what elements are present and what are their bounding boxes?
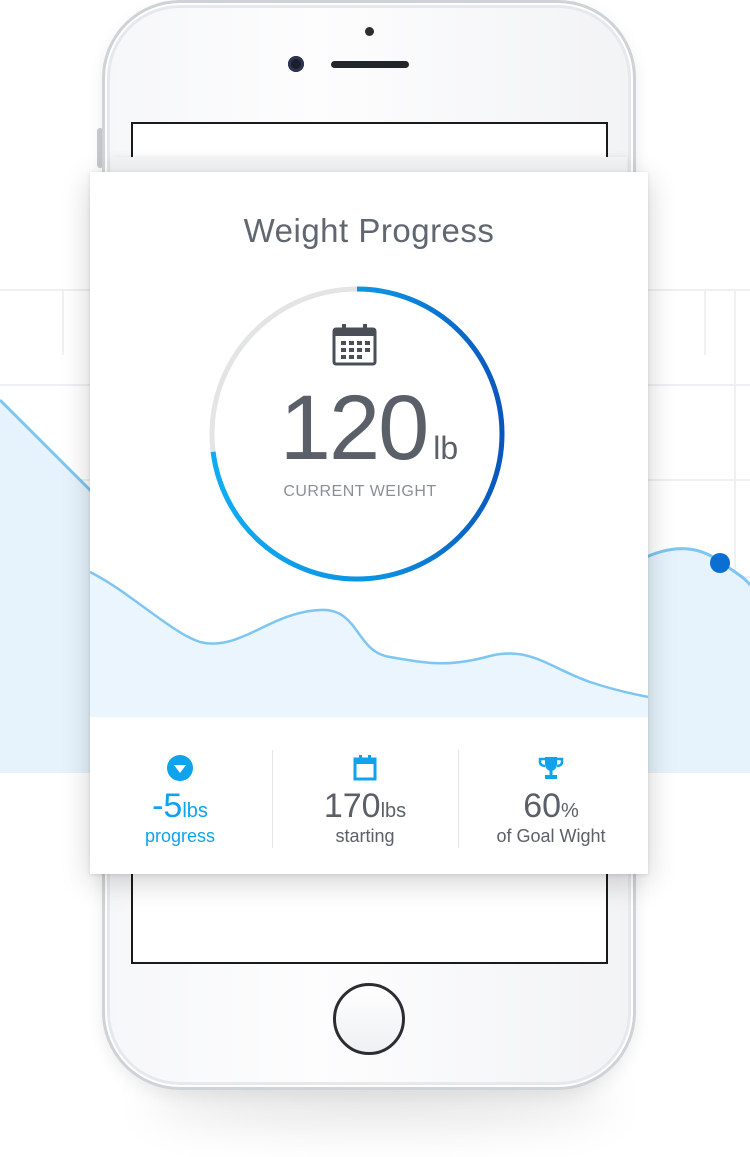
stat-starting-value: 170lbs [274, 787, 456, 826]
stats-bar: -5lbs progress 170lbs starting 60% of Go… [90, 717, 648, 874]
proximity-sensor [365, 27, 374, 36]
front-camera [288, 56, 304, 72]
current-weight-number: 120 [279, 377, 429, 479]
stat-goal: 60% of Goal Wight [460, 717, 642, 874]
stat-starting: 170lbs starting [274, 717, 456, 874]
weight-trend-area [90, 572, 648, 717]
background-chart-point [710, 553, 730, 573]
stat-progress-value: -5lbs [90, 787, 270, 826]
stat-divider [458, 750, 459, 848]
current-weight-value: 120 lb [90, 376, 648, 481]
weight-progress-card: Weight Progress 120 lb CURRENT WEIGHT -5… [90, 172, 648, 874]
background-chart-area [0, 400, 100, 772]
current-weight-unit: lb [433, 430, 459, 466]
stat-goal-unit: % [561, 800, 579, 822]
stat-progress-label: progress [144, 826, 216, 846]
current-weight-label: CURRENT WEIGHT [283, 483, 437, 500]
stat-progress-number: -5 [152, 787, 183, 825]
stat-progress-unit: lbs [182, 800, 208, 822]
down-arrow-circle-icon [167, 755, 193, 781]
stat-goal-label: of Goal Wight [496, 826, 606, 846]
stat-starting-number: 170 [323, 787, 381, 825]
stat-divider [272, 750, 273, 848]
stat-starting-unit: lbs [380, 800, 407, 822]
home-button[interactable] [333, 983, 405, 1055]
stat-goal-value: 60% [460, 787, 642, 826]
calendar-icon [332, 324, 377, 366]
stat-starting-label: starting [335, 826, 395, 846]
calendar-small-icon [353, 755, 377, 781]
trophy-icon [538, 757, 564, 779]
card-title: Weight Progress [243, 212, 495, 249]
earpiece-speaker [331, 61, 409, 68]
stat-progress: -5lbs progress [90, 717, 270, 874]
stat-goal-number: 60 [523, 787, 562, 825]
background-chart-area-right [640, 548, 750, 772]
